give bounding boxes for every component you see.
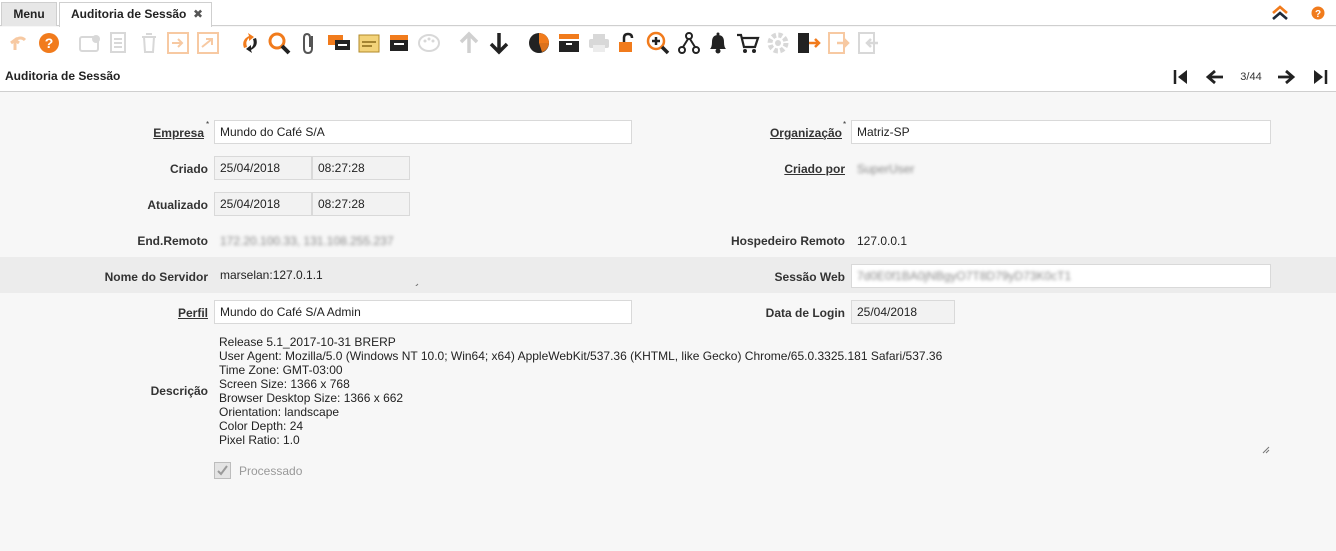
nome-servidor-value: marselan:127.0.1.1 <box>220 268 323 282</box>
print-icon[interactable] <box>586 30 612 56</box>
empresa-label[interactable]: Empresa <box>60 126 204 140</box>
history-icon[interactable] <box>386 30 412 56</box>
zoom-across-icon[interactable] <box>645 30 671 56</box>
organizacao-required-mark: * <box>843 120 847 129</box>
descricao-label: Descrição <box>150 384 208 398</box>
record-form: Empresa * Mundo do Café S/A Organização … <box>0 93 1336 551</box>
report-icon[interactable] <box>526 30 552 56</box>
tab-menu[interactable]: Menu <box>1 2 57 26</box>
find-icon[interactable] <box>266 30 292 56</box>
nome-servidor-label: Nome do Servidor <box>104 270 208 284</box>
descricao-line: Time Zone: GMT-03:00 <box>219 363 343 377</box>
atualizado-date-field: 25/04/2018 <box>214 192 312 216</box>
process-icon[interactable] <box>765 30 791 56</box>
svg-text:?: ? <box>45 35 54 51</box>
window-header: Auditoria de Sessão 3/44 <box>0 59 1336 92</box>
perfil-label[interactable]: Perfil <box>60 306 208 320</box>
copy-icon[interactable] <box>106 30 132 56</box>
close-tab-icon[interactable]: ✖ <box>193 3 203 25</box>
criado-por-value: SuperUser <box>857 162 915 176</box>
help-icon[interactable]: ? <box>36 30 62 56</box>
archive-icon[interactable] <box>556 30 582 56</box>
sessao-web-label: Sessão Web <box>774 270 845 284</box>
resize-handle-icon[interactable] <box>1262 443 1270 454</box>
empresa-required-mark: * <box>206 120 210 129</box>
first-record-icon[interactable] <box>1171 67 1191 87</box>
window-title: Auditoria de Sessão <box>5 69 121 83</box>
atualizado-time-field: 08:27:28 <box>312 192 410 216</box>
nome-servidor-field[interactable]: marselan:127.0.1.1 <box>214 263 422 287</box>
empresa-field[interactable]: Mundo do Café S/A <box>214 120 632 144</box>
descricao-line: Browser Desktop Size: 1366 x 662 <box>219 391 404 405</box>
refresh-icon[interactable] <box>237 30 263 56</box>
perfil-field[interactable]: Mundo do Café S/A Admin <box>214 300 632 324</box>
criado-time-field: 08:27:28 <box>312 156 410 180</box>
save-icon[interactable] <box>165 30 191 56</box>
descricao-line: Color Depth: 24 <box>219 419 304 433</box>
delete-icon[interactable] <box>136 30 162 56</box>
attachment-icon[interactable] <box>296 30 322 56</box>
organizacao-label[interactable]: Organização <box>690 126 842 140</box>
customize-icon[interactable] <box>416 30 442 56</box>
import-icon[interactable] <box>826 30 852 56</box>
previous-record-icon[interactable] <box>456 30 482 56</box>
alert-icon[interactable] <box>705 30 731 56</box>
descricao-line: Screen Size: 1366 x 768 <box>219 377 350 391</box>
organizacao-field[interactable]: Matriz-SP <box>851 120 1271 144</box>
export-icon[interactable] <box>856 30 882 56</box>
criado-date-field: 25/04/2018 <box>214 156 312 180</box>
undo-icon[interactable] <box>7 30 33 56</box>
toolbar: ? <box>0 27 1336 59</box>
postit-icon[interactable] <box>356 30 382 56</box>
lock-icon[interactable] <box>615 30 641 56</box>
exit-icon[interactable] <box>795 30 821 56</box>
tab-bar: Menu Auditoria de Sessão ✖ ? <box>0 0 1336 27</box>
criado-label: Criado <box>169 162 208 176</box>
workflow-icon[interactable] <box>676 30 702 56</box>
new-record-icon[interactable] <box>77 30 103 56</box>
data-login-field: 25/04/2018 <box>851 300 955 324</box>
processado-checkbox[interactable] <box>214 462 231 479</box>
descricao-line: User Agent: Mozilla/5.0 (Windows NT 10.0… <box>219 349 943 363</box>
last-record-icon[interactable] <box>1310 67 1330 87</box>
descricao-line: Pixel Ratio: 1.0 <box>219 433 300 447</box>
end-remoto-label: End.Remoto <box>137 234 208 248</box>
resize-handle-icon[interactable] <box>411 276 419 286</box>
hospedeiro-remoto-value: 127.0.0.1 <box>857 234 908 248</box>
svg-text:?: ? <box>1315 9 1321 20</box>
processado-label: Processado <box>239 464 303 478</box>
hospedeiro-remoto-label: Hospedeiro Remoto <box>730 234 845 248</box>
tab-label: Auditoria de Sessão <box>71 7 187 21</box>
sessao-web-field: 7d0E0f1BA0jNBgyO7T8D79yD73K0cT1 <box>851 264 1271 288</box>
tab-auditoria-sessao[interactable]: Auditoria de Sessão ✖ <box>59 2 212 27</box>
next-record-icon[interactable] <box>486 30 512 56</box>
atualizado-label: Atualizado <box>147 198 208 212</box>
end-remoto-value: 172.20.100.33, 131.108.255.237 <box>220 234 394 248</box>
criado-por-label[interactable]: Criado por <box>690 162 845 176</box>
descricao-textarea[interactable]: Release 5.1_2017-10-31 BRERP User Agent:… <box>214 331 1272 454</box>
data-login-label: Data de Login <box>765 306 845 320</box>
save-new-icon[interactable] <box>195 30 221 56</box>
help-icon[interactable]: ? <box>1311 6 1325 23</box>
descricao-line: Release 5.1_2017-10-31 BRERP <box>219 335 396 349</box>
descricao-line: Orientation: landscape <box>219 405 340 419</box>
previous-arrow-icon[interactable] <box>1205 67 1225 87</box>
collapse-up-icon[interactable] <box>1270 4 1290 25</box>
record-counter: 3/44 <box>1240 71 1262 83</box>
next-arrow-icon[interactable] <box>1276 67 1296 87</box>
product-info-icon[interactable] <box>735 30 761 56</box>
chat-icon[interactable] <box>326 30 352 56</box>
sessao-web-value: 7d0E0f1BA0jNBgyO7T8D79yD73K0cT1 <box>857 269 1072 283</box>
checkmark-icon <box>217 465 228 476</box>
